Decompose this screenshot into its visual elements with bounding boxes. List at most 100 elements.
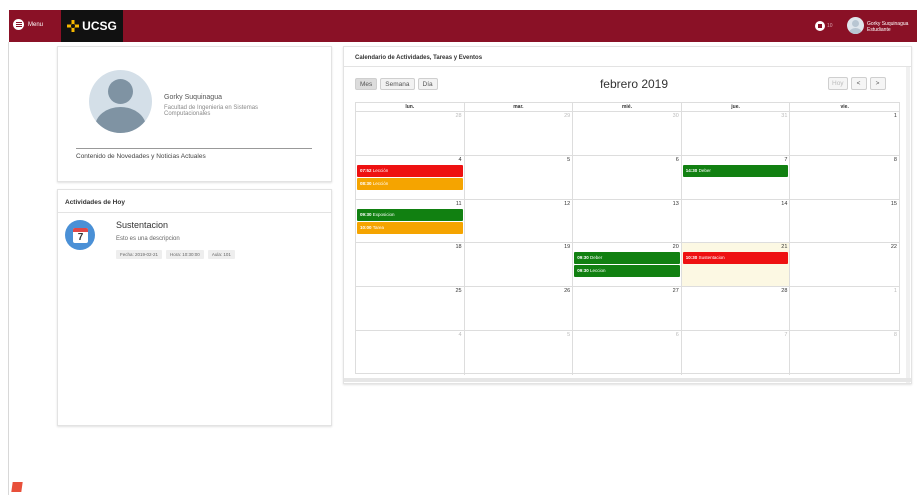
calendar-day-cell[interactable]: 26: [465, 287, 574, 330]
calendar-day-cell[interactable]: 22: [790, 243, 899, 286]
lock-count: 10: [827, 23, 833, 29]
view-week-button[interactable]: Semana: [380, 78, 415, 90]
calendar-event[interactable]: 10:00 Tarea: [357, 221, 463, 234]
event-label: Exposicion: [372, 211, 395, 217]
vertical-scrollbar[interactable]: [906, 67, 910, 383]
calendar-event[interactable]: 09:30 Deber: [574, 252, 680, 265]
day-number[interactable]: 7: [784, 332, 787, 338]
brand-text: UCSG: [82, 19, 117, 33]
day-number[interactable]: 4: [459, 332, 462, 338]
calendar-day-cell[interactable]: 28: [356, 112, 465, 155]
day-number[interactable]: 4: [459, 157, 462, 163]
prev-button[interactable]: <: [850, 77, 867, 90]
calendar-week: 18 19 20 09:30 Deber 09:30 Leccion 21 10:30 Su…: [356, 243, 899, 288]
event-time: 08:30: [360, 180, 372, 186]
calendar-event[interactable]: 07:52 Lección: [357, 164, 463, 177]
calendar-day-cell[interactable]: 18: [356, 243, 465, 287]
weekday-label: lun.: [356, 103, 465, 112]
calendar-day-cell[interactable]: 7: [682, 330, 791, 375]
day-number[interactable]: 5: [567, 157, 570, 163]
calendar-day-cell[interactable]: 28: [682, 287, 791, 330]
day-number[interactable]: 14: [781, 201, 787, 207]
profile-faculty: Facultad de Ingenieria en Sistemas Compu…: [164, 105, 259, 117]
calendar-card: Calendario de Actividades, Tareas y Even…: [343, 46, 912, 384]
calendar-day-cell[interactable]: 30: [573, 112, 682, 155]
calendar-day-cell[interactable]: 20 09:30 Deber 09:30 Leccion: [573, 243, 682, 287]
day-number[interactable]: 6: [676, 332, 679, 338]
day-number[interactable]: 31: [781, 113, 787, 119]
calendar-day-cell[interactable]: 14: [682, 199, 791, 243]
weekday-label: vie.: [840, 104, 849, 110]
calendar-day-cell[interactable]: 19: [465, 243, 574, 287]
weekday-header: lun. mar. mié. jue. vie.: [356, 103, 899, 112]
user-avatar[interactable]: [847, 17, 864, 34]
day-number[interactable]: 28: [781, 288, 787, 294]
calendar-event[interactable]: 10:30 Sustentacion: [682, 252, 789, 265]
profile-avatar: [89, 70, 152, 133]
day-number[interactable]: 7: [784, 157, 787, 163]
day-number[interactable]: 22: [891, 244, 897, 250]
day-number[interactable]: 1: [894, 113, 897, 119]
event-time: 10:30: [685, 255, 698, 261]
day-number[interactable]: 25: [455, 288, 461, 294]
day-number[interactable]: 18: [455, 244, 461, 250]
day-number[interactable]: 6: [676, 157, 679, 163]
event-time: 14:30: [685, 167, 698, 173]
calendar-day-cell[interactable]: 4 07:52 Lección 08:30 Lección: [356, 155, 465, 199]
user-menu[interactable]: Gorky Suquinagua Estudiante: [867, 21, 908, 33]
view-day-button[interactable]: Día: [417, 78, 438, 90]
brand-logo[interactable]: UCSG: [61, 10, 123, 42]
day-number[interactable]: 28: [455, 113, 461, 119]
calendar-day-cell[interactable]: 1: [790, 112, 899, 155]
day-number[interactable]: 27: [673, 288, 679, 294]
day-events: 09:30 Exposicion 10:00 Tarea: [357, 208, 463, 234]
calendar-day-cell[interactable]: 4: [356, 330, 465, 375]
calendar-day-cell[interactable]: 15: [790, 200, 899, 243]
calendar-icon-day: 7: [77, 232, 84, 243]
calendar-day-cell[interactable]: 21 10:30 Sustentacion: [681, 243, 791, 287]
menu-button[interactable]: Menu: [13, 19, 43, 30]
day-number[interactable]: 15: [891, 201, 897, 207]
day-number[interactable]: 20: [673, 244, 679, 250]
calendar-day-cell[interactable]: 7 14:30 Deber: [682, 155, 791, 199]
calendar-day-cell[interactable]: 27: [573, 287, 682, 330]
calendar-event[interactable]: 09:30 Leccion: [574, 265, 680, 278]
calendar-day-cell[interactable]: 11 09:30 Exposicion 10:00 Tarea: [356, 199, 465, 243]
day-number[interactable]: 30: [673, 113, 679, 119]
calendar-day-cell[interactable]: 5: [465, 330, 574, 375]
day-number[interactable]: 1: [894, 288, 897, 294]
calendar-day-cell[interactable]: 12: [465, 199, 574, 243]
calendar-day-cell[interactable]: 6: [573, 330, 682, 375]
day-number[interactable]: 5: [567, 332, 570, 338]
lock-icon[interactable]: [815, 21, 825, 31]
horizontal-scrollbar[interactable]: [344, 378, 911, 382]
calendar-day-cell[interactable]: 6: [573, 155, 682, 199]
calendar-day-cell[interactable]: 31: [682, 112, 791, 155]
event-time: 09:30: [577, 268, 589, 274]
calendar-day-cell[interactable]: 8: [790, 331, 899, 375]
calendar-day-cell[interactable]: 25: [356, 287, 465, 330]
day-number[interactable]: 11: [456, 201, 462, 207]
calendar-day-cell[interactable]: 29: [465, 112, 574, 155]
day-number[interactable]: 26: [564, 288, 570, 294]
day-number[interactable]: 19: [564, 244, 570, 250]
left-edge-border: [0, 42, 9, 495]
today-button[interactable]: Hoy: [828, 77, 848, 90]
view-month-button[interactable]: Mes: [355, 78, 378, 90]
calendar-day-cell[interactable]: 13: [573, 199, 682, 243]
day-number[interactable]: 8: [894, 332, 897, 338]
day-number[interactable]: 8: [894, 157, 897, 163]
day-number[interactable]: 12: [564, 201, 570, 207]
calendar-day-cell[interactable]: 1: [790, 287, 899, 330]
calendar-day-cell[interactable]: 5: [465, 155, 574, 199]
activity-name[interactable]: Sustentacion: [116, 220, 168, 230]
calendar-event[interactable]: 14:30 Deber: [682, 164, 789, 177]
weekday-label: mar.: [465, 103, 574, 112]
calendar-day-cell[interactable]: 8: [790, 156, 899, 199]
day-number[interactable]: 13: [673, 201, 679, 207]
day-number[interactable]: 21: [781, 244, 787, 250]
next-button[interactable]: >: [869, 77, 886, 90]
calendar-event[interactable]: 08:30 Lección: [357, 177, 463, 190]
calendar-event[interactable]: 09:30 Exposicion: [357, 208, 463, 221]
day-number[interactable]: 29: [564, 113, 570, 119]
